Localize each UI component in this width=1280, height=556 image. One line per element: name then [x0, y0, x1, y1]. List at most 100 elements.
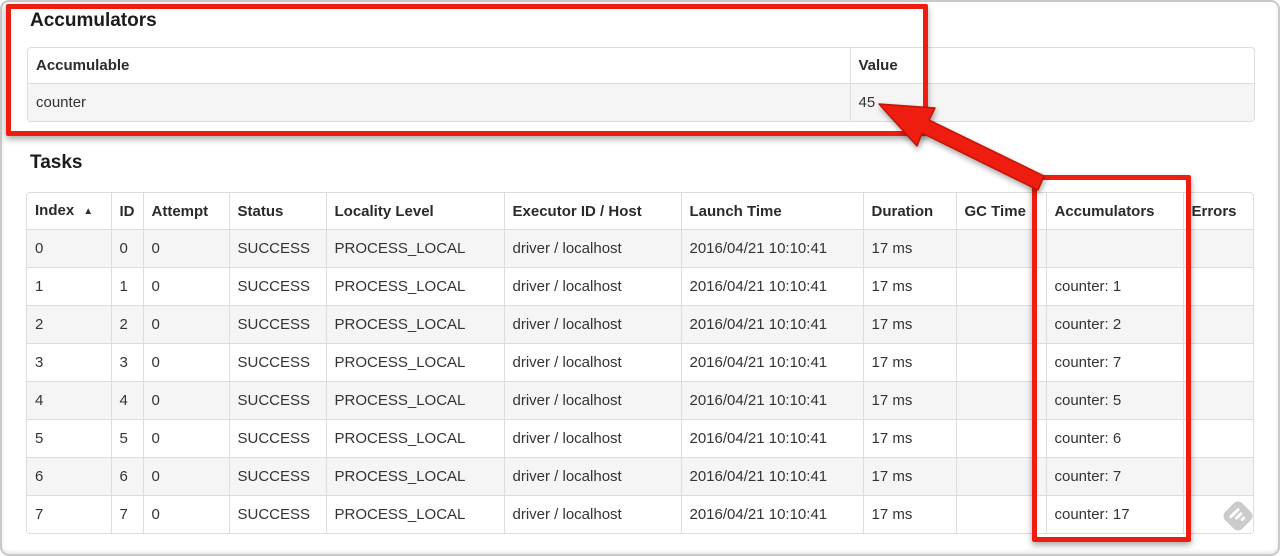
column-header-label: Accumulators	[1054, 202, 1155, 220]
cell-executor-id-host: driver / localhost	[503, 419, 681, 458]
cell-value: 45	[849, 83, 1254, 121]
cell-gc-time	[955, 495, 1046, 533]
column-header-label: Launch Time	[689, 202, 782, 220]
cell-launch-time: 2016/04/21 10:10:41	[680, 305, 863, 344]
cell-executor-id-host: driver / localhost	[503, 267, 681, 306]
cell-launch-time: 2016/04/21 10:10:41	[680, 495, 863, 533]
cell-errors	[1182, 267, 1253, 306]
column-header-label: Attempt	[151, 202, 209, 220]
column-header-launch-time[interactable]: Launch Time	[680, 193, 863, 230]
cell-executor-id-host: driver / localhost	[503, 381, 681, 420]
cell-attempt: 0	[142, 419, 229, 458]
column-header-locality-level[interactable]: Locality Level	[325, 193, 504, 230]
cell-attempt: 0	[142, 495, 229, 533]
cell-launch-time: 2016/04/21 10:10:41	[680, 419, 863, 458]
cell-status: SUCCESS	[228, 229, 326, 268]
cell-errors	[1182, 457, 1253, 496]
cell-attempt: 0	[142, 267, 229, 306]
tasks-table: Index ▲ ID Attempt Status Locality Level Execu…	[26, 192, 1254, 534]
tasks-table-body: 0 0 0 SUCCESS PROCESS_LOCAL driver / localhos…	[27, 229, 1253, 533]
column-header-status[interactable]: Status	[228, 193, 326, 230]
cell-gc-time	[955, 381, 1046, 420]
cell-accumulable: counter	[28, 83, 850, 121]
column-header-accumulable[interactable]: Accumulable	[28, 48, 850, 84]
column-header-label: ID	[119, 202, 135, 220]
cell-id: 6	[110, 457, 143, 496]
column-header-id[interactable]: ID	[110, 193, 143, 230]
cell-executor-id-host: driver / localhost	[503, 305, 681, 344]
cell-index: 2	[27, 305, 111, 344]
column-header-label: Value	[858, 57, 898, 74]
column-header-executor-id-host[interactable]: Executor ID / Host	[503, 193, 681, 230]
cell-id: 2	[110, 305, 143, 344]
cell-attempt: 0	[142, 229, 229, 268]
column-header-value[interactable]: Value	[849, 48, 1254, 84]
cell-errors	[1182, 229, 1253, 268]
cell-executor-id-host: driver / localhost	[503, 495, 681, 533]
cell-status: SUCCESS	[228, 381, 326, 420]
table-row: 6 6 0 SUCCESS PROCESS_LOCAL driver / localhos…	[27, 457, 1253, 496]
cell-status: SUCCESS	[228, 495, 326, 533]
header-row: Accumulable Value	[28, 48, 1254, 84]
accumulators-table: Accumulable Value counter 45	[27, 47, 1255, 122]
table-row: 3 3 0 SUCCESS PROCESS_LOCAL driver / localhos…	[27, 343, 1253, 382]
column-header-gc-time[interactable]: GC Time	[955, 193, 1046, 230]
column-header-label: Index	[35, 202, 75, 219]
cell-locality-level: PROCESS_LOCAL	[325, 457, 504, 496]
cell-accumulators: counter: 7	[1045, 457, 1183, 496]
cell-attempt: 0	[142, 305, 229, 344]
cell-id: 0	[110, 229, 143, 268]
cell-status: SUCCESS	[228, 343, 326, 382]
cell-locality-level: PROCESS_LOCAL	[325, 305, 504, 344]
table-row: 4 4 0 SUCCESS PROCESS_LOCAL driver / localhos…	[27, 381, 1253, 420]
cell-errors	[1182, 495, 1253, 533]
cell-executor-id-host: driver / localhost	[503, 343, 681, 382]
cell-accumulators: counter: 6	[1045, 419, 1183, 458]
cell-gc-time	[955, 343, 1046, 382]
cell-executor-id-host: driver / localhost	[503, 229, 681, 268]
column-header-attempt[interactable]: Attempt	[142, 193, 229, 230]
cell-duration: 17 ms	[862, 305, 956, 344]
cell-errors	[1182, 305, 1253, 344]
column-header-label: Executor ID / Host	[512, 202, 642, 220]
cell-launch-time: 2016/04/21 10:10:41	[680, 343, 863, 382]
column-header-label: Locality Level	[334, 202, 434, 220]
cell-id: 3	[110, 343, 143, 382]
cell-locality-level: PROCESS_LOCAL	[325, 495, 504, 533]
cell-duration: 17 ms	[862, 419, 956, 458]
table-row: 7 7 0 SUCCESS PROCESS_LOCAL driver / localhos…	[27, 495, 1253, 533]
cell-launch-time: 2016/04/21 10:10:41	[680, 457, 863, 496]
cell-duration: 17 ms	[862, 381, 956, 420]
column-header-accumulators[interactable]: Accumulators	[1045, 193, 1183, 230]
column-header-label: GC Time	[964, 202, 1026, 220]
sort-ascending-icon: ▲	[83, 206, 94, 217]
cell-index: 6	[27, 457, 111, 496]
column-header-index[interactable]: Index ▲	[27, 193, 111, 230]
header-row: Index ▲ ID Attempt Status Locality Level Execu…	[27, 193, 1253, 230]
table-row: counter 45	[28, 83, 1254, 121]
cell-errors	[1182, 419, 1253, 458]
cell-errors	[1182, 381, 1253, 420]
cell-duration: 17 ms	[862, 495, 956, 533]
cell-executor-id-host: driver / localhost	[503, 457, 681, 496]
cell-accumulators: counter: 1	[1045, 267, 1183, 306]
table-row: 1 1 0 SUCCESS PROCESS_LOCAL driver / localhos…	[27, 267, 1253, 306]
cell-status: SUCCESS	[228, 305, 326, 344]
cell-index: 3	[27, 343, 111, 382]
cell-accumulators: counter: 17	[1045, 495, 1183, 533]
column-header-label: Status	[237, 202, 284, 220]
column-header-duration[interactable]: Duration	[862, 193, 956, 230]
cell-locality-level: PROCESS_LOCAL	[325, 267, 504, 306]
cell-index: 5	[27, 419, 111, 458]
cell-index: 4	[27, 381, 111, 420]
cell-id: 1	[110, 267, 143, 306]
cell-duration: 17 ms	[862, 229, 956, 268]
cell-locality-level: PROCESS_LOCAL	[325, 229, 504, 268]
table-row: 5 5 0 SUCCESS PROCESS_LOCAL driver / localhos…	[27, 419, 1253, 458]
cell-id: 7	[110, 495, 143, 533]
cell-index: 7	[27, 495, 111, 533]
cell-duration: 17 ms	[862, 343, 956, 382]
cell-gc-time	[955, 419, 1046, 458]
cell-gc-time	[955, 457, 1046, 496]
column-header-errors[interactable]: Errors	[1182, 193, 1253, 230]
